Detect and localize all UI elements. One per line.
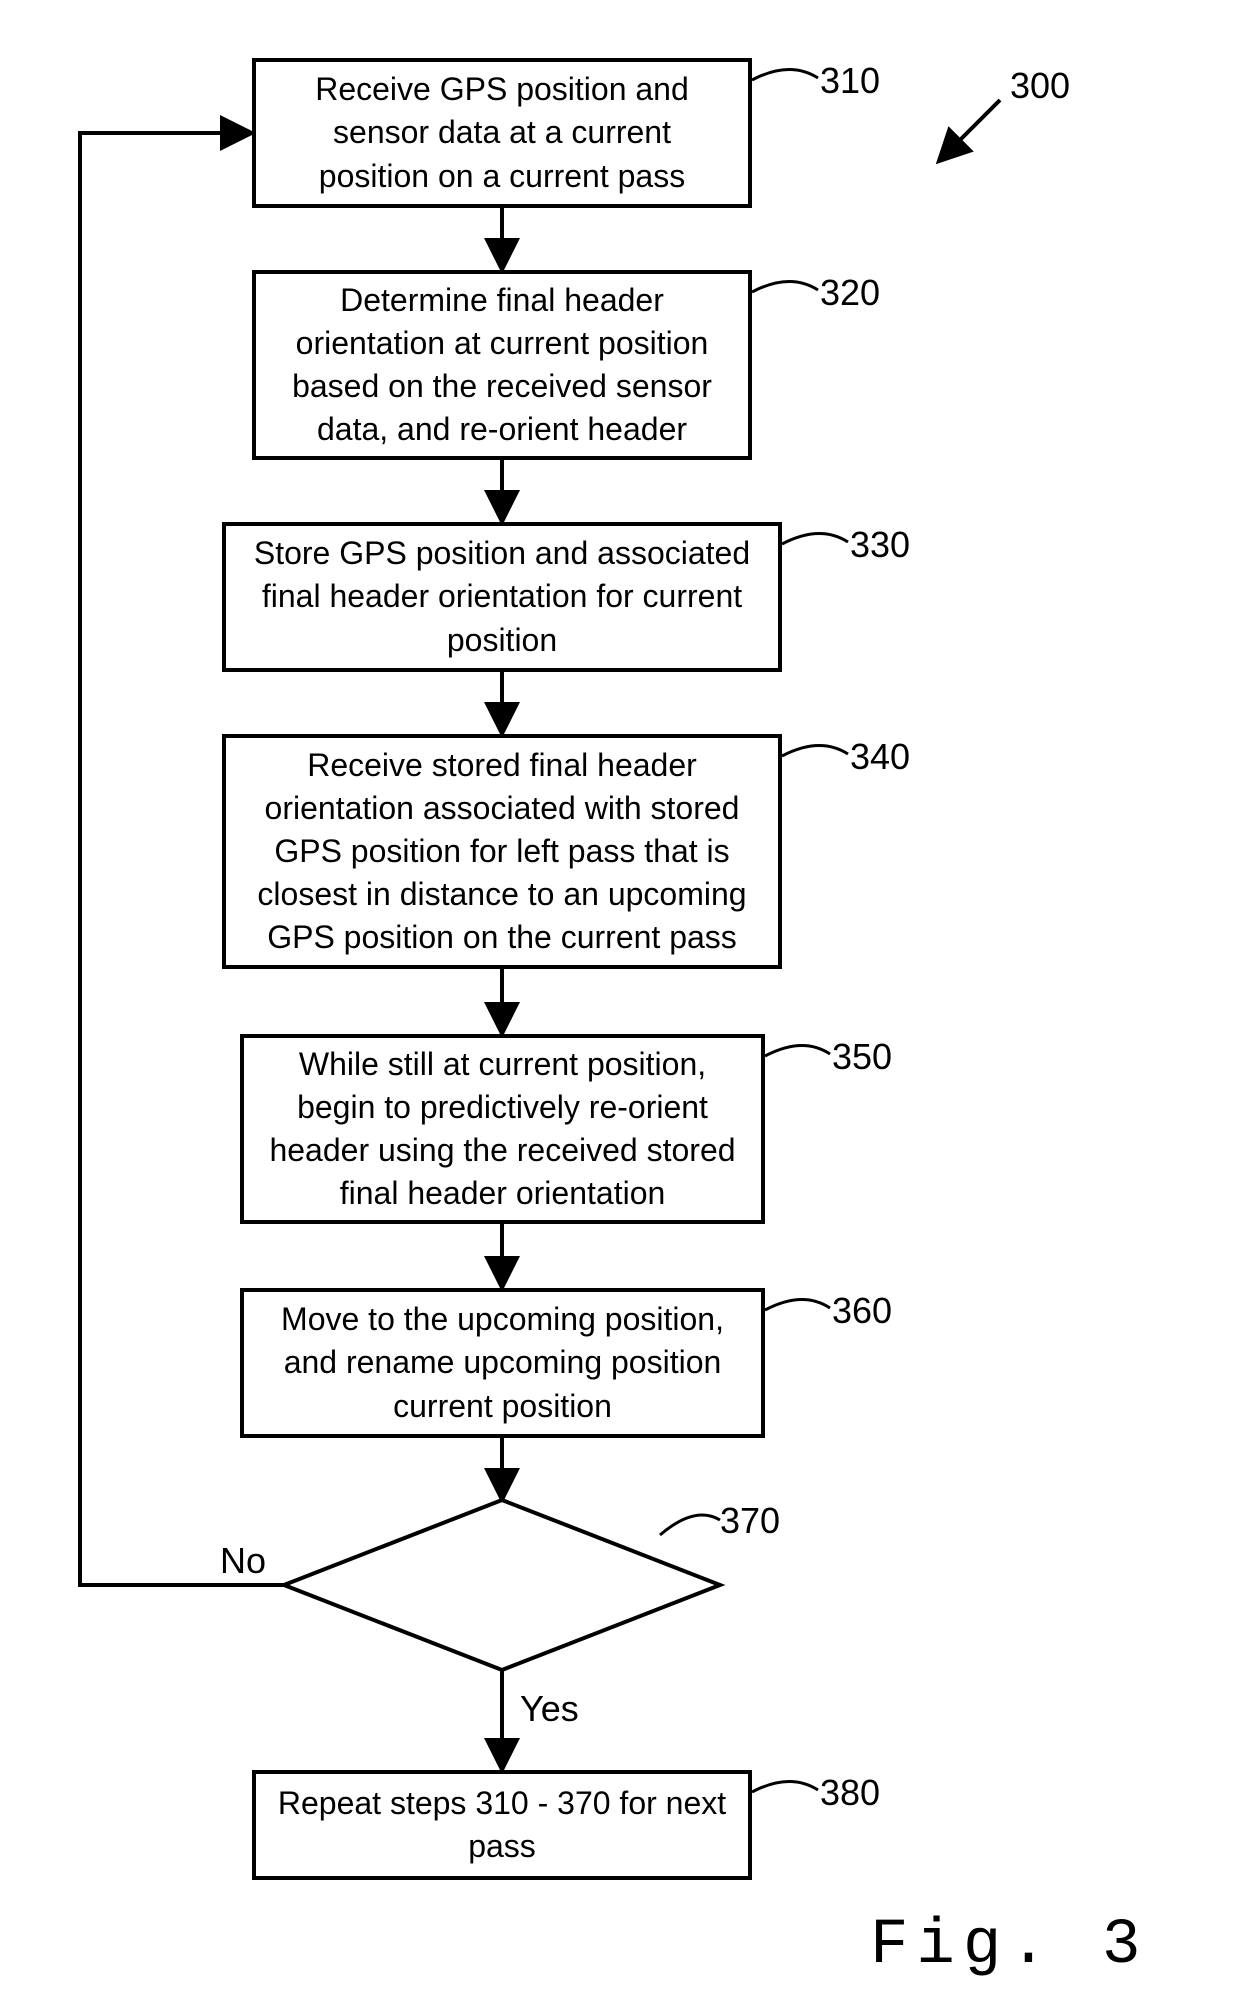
ref-330-label: 330	[850, 524, 910, 566]
box-340-text: Receive stored final header orientation …	[246, 744, 758, 960]
leader-320-icon	[752, 281, 818, 292]
decision-370-text: Is current pass complete ?	[380, 1553, 630, 1636]
ref-310-label: 310	[820, 60, 880, 102]
ref-300-label: 300	[1010, 65, 1070, 107]
leader-380-icon	[752, 1781, 818, 1792]
box-380-text: Repeat steps 310 - 370 for next pass	[276, 1782, 728, 1868]
leader-360-icon	[765, 1299, 830, 1310]
leader-310-icon	[752, 69, 818, 80]
leader-340-icon	[782, 745, 848, 756]
process-box-380: Repeat steps 310 - 370 for next pass	[252, 1770, 752, 1880]
process-box-310: Receive GPS position and sensor data at …	[252, 58, 752, 208]
process-box-360: Move to the upcoming position, and renam…	[240, 1288, 765, 1438]
edge-yes-label: Yes	[520, 1688, 579, 1730]
figure-label: Fig. 3	[870, 1910, 1148, 1982]
leader-370-icon	[660, 1515, 720, 1535]
pointer-300-icon	[940, 100, 1000, 160]
box-360-text: Move to the upcoming position, and renam…	[264, 1298, 741, 1428]
edge-no-label: No	[220, 1540, 266, 1582]
box-330-text: Store GPS position and associated final …	[246, 532, 758, 662]
ref-380-label: 380	[820, 1772, 880, 1814]
ref-370-label: 370	[720, 1500, 780, 1542]
ref-350-label: 350	[832, 1036, 892, 1078]
ref-360-label: 360	[832, 1290, 892, 1332]
ref-320-label: 320	[820, 272, 880, 314]
flowchart-canvas: 300 Receive GPS position and sensor data…	[0, 0, 1240, 2008]
box-320-text: Determine final header orientation at cu…	[276, 279, 728, 452]
process-box-320: Determine final header orientation at cu…	[252, 270, 752, 460]
process-box-350: While still at current position, begin t…	[240, 1034, 765, 1224]
process-box-340: Receive stored final header orientation …	[222, 734, 782, 969]
box-310-text: Receive GPS position and sensor data at …	[276, 68, 728, 198]
box-350-text: While still at current position, begin t…	[264, 1043, 741, 1216]
leader-330-icon	[782, 533, 848, 544]
leader-350-icon	[765, 1045, 830, 1056]
ref-340-label: 340	[850, 736, 910, 778]
process-box-330: Store GPS position and associated final …	[222, 522, 782, 672]
